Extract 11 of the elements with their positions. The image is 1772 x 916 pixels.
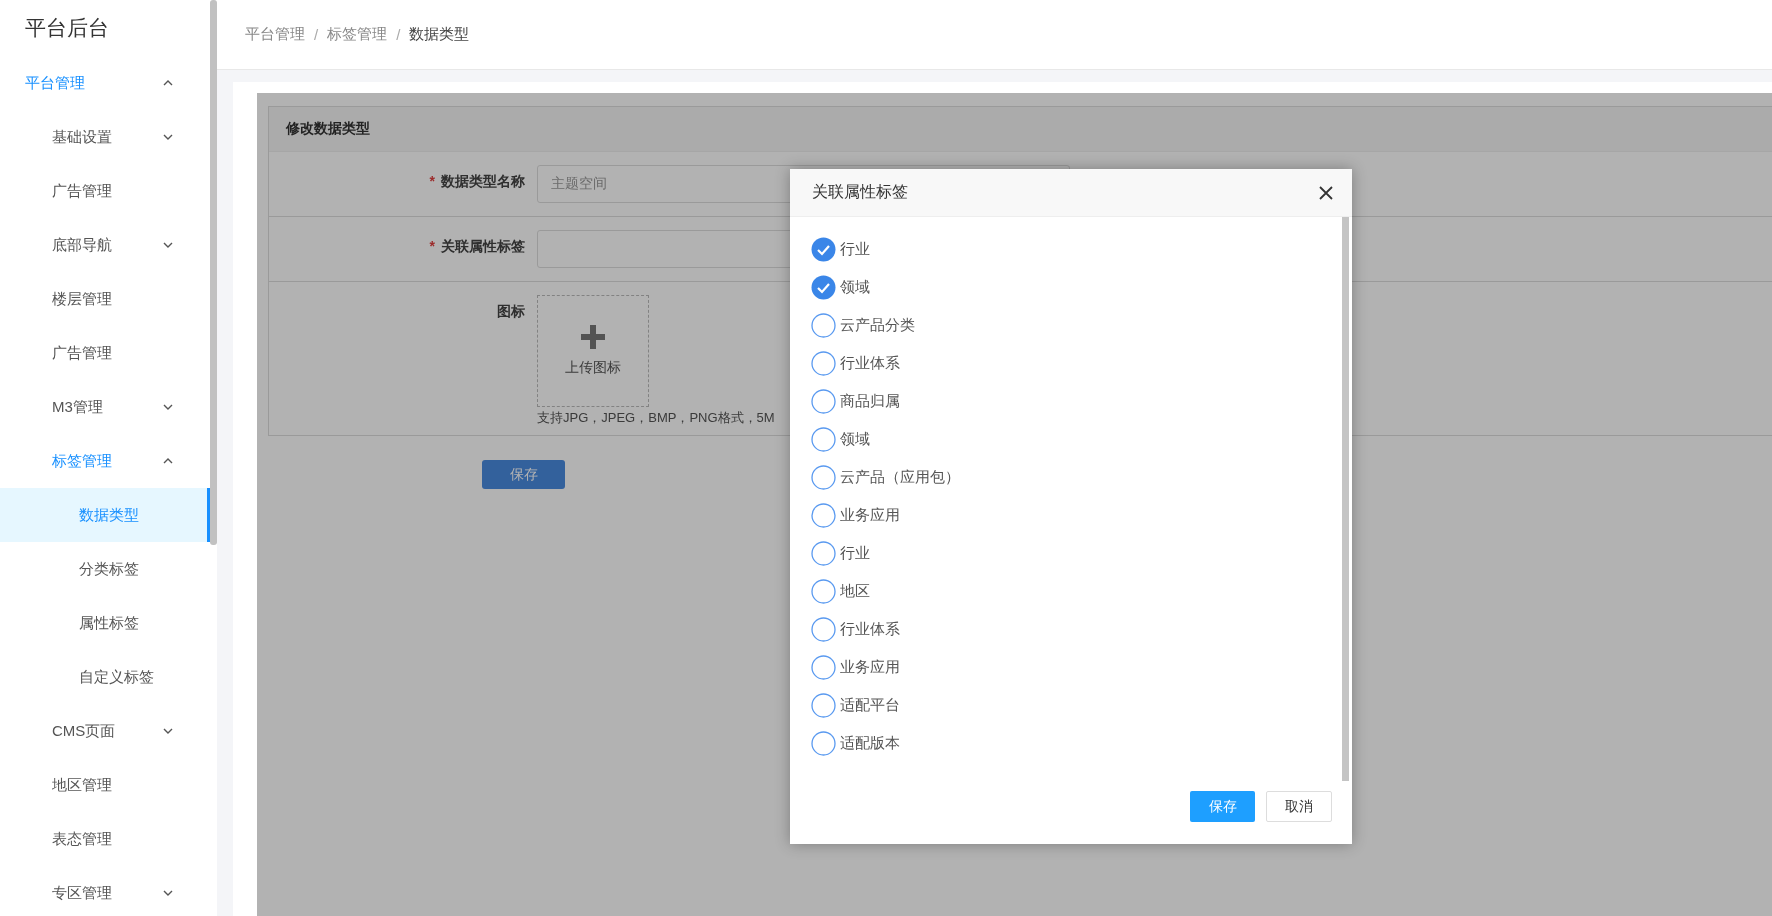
breadcrumb-separator: /: [314, 26, 319, 43]
form-title: 修改数据类型: [269, 107, 1772, 152]
dialog-title: 关联属性标签: [812, 182, 908, 202]
field-label: 图标: [497, 303, 525, 321]
upload-hint: 支持JPG，JPEG，BMP，PNG格式，5M: [537, 409, 775, 427]
field-label: 关联属性标签: [441, 238, 525, 256]
field-label: 数据类型名称: [441, 173, 525, 191]
required-mark: *: [429, 173, 435, 191]
breadcrumb-separator: /: [396, 26, 401, 43]
app-title: 平台后台: [24, 15, 110, 41]
required-mark: *: [429, 238, 435, 256]
